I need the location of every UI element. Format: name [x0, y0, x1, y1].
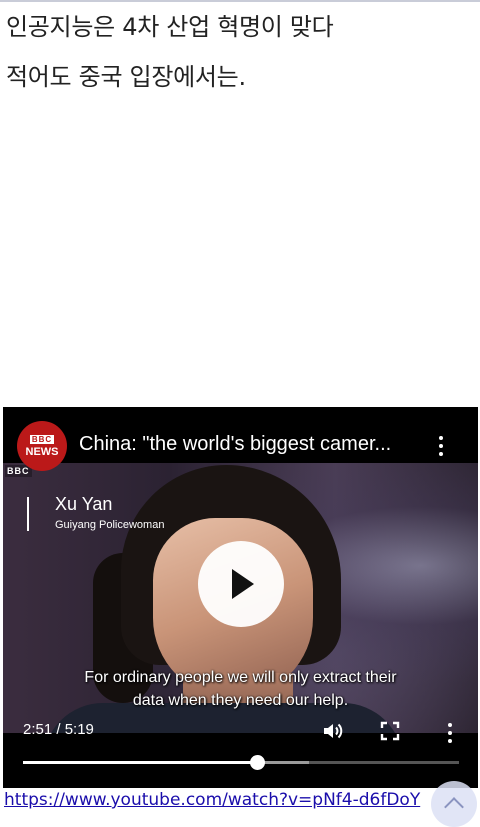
lower-third-bar	[27, 497, 53, 531]
progress-played	[23, 761, 257, 764]
subtitle-line-1: For ordinary people we will only extract…	[84, 669, 397, 686]
progress-scrubber-handle[interactable]	[249, 755, 265, 770]
scroll-to-top-button[interactable]	[431, 781, 477, 827]
top-divider	[0, 0, 480, 2]
youtube-embed[interactable]: BBC Xu Yan Guiyang Policewoman For ordin…	[3, 407, 478, 788]
volume-icon[interactable]	[321, 719, 345, 743]
youtube-link[interactable]: https://www.youtube.com/watch?v=pNf4-d6f…	[4, 790, 420, 810]
lower-third-name: Xu Yan	[55, 494, 113, 514]
player-more-icon[interactable]	[448, 723, 452, 745]
progress-bar[interactable]	[23, 755, 459, 770]
post-text-line-2: 적어도 중국 입장에서는.	[6, 63, 246, 91]
bbc-news-label: NEWS	[25, 445, 59, 458]
play-button[interactable]	[198, 541, 284, 627]
video-title-bar: BBC NEWS China: "the world's biggest cam…	[3, 407, 478, 471]
channel-avatar[interactable]: BBC NEWS	[17, 421, 67, 471]
time-display: 2:51 / 5:19	[23, 721, 94, 738]
more-options-icon[interactable]	[439, 436, 443, 458]
fullscreen-icon[interactable]	[380, 721, 400, 741]
bbc-logo-icon: BBC	[29, 434, 55, 444]
subtitle-line-2: data when they need our help.	[132, 692, 349, 709]
post-text-line-1: 인공지능은 4차 산업 혁명이 맞다	[6, 13, 334, 41]
bbc-logo-letters: BBC	[29, 434, 55, 444]
video-title[interactable]: China: "the world's biggest camer...	[79, 433, 419, 456]
lower-third-title: Guiyang Policewoman	[55, 519, 165, 531]
